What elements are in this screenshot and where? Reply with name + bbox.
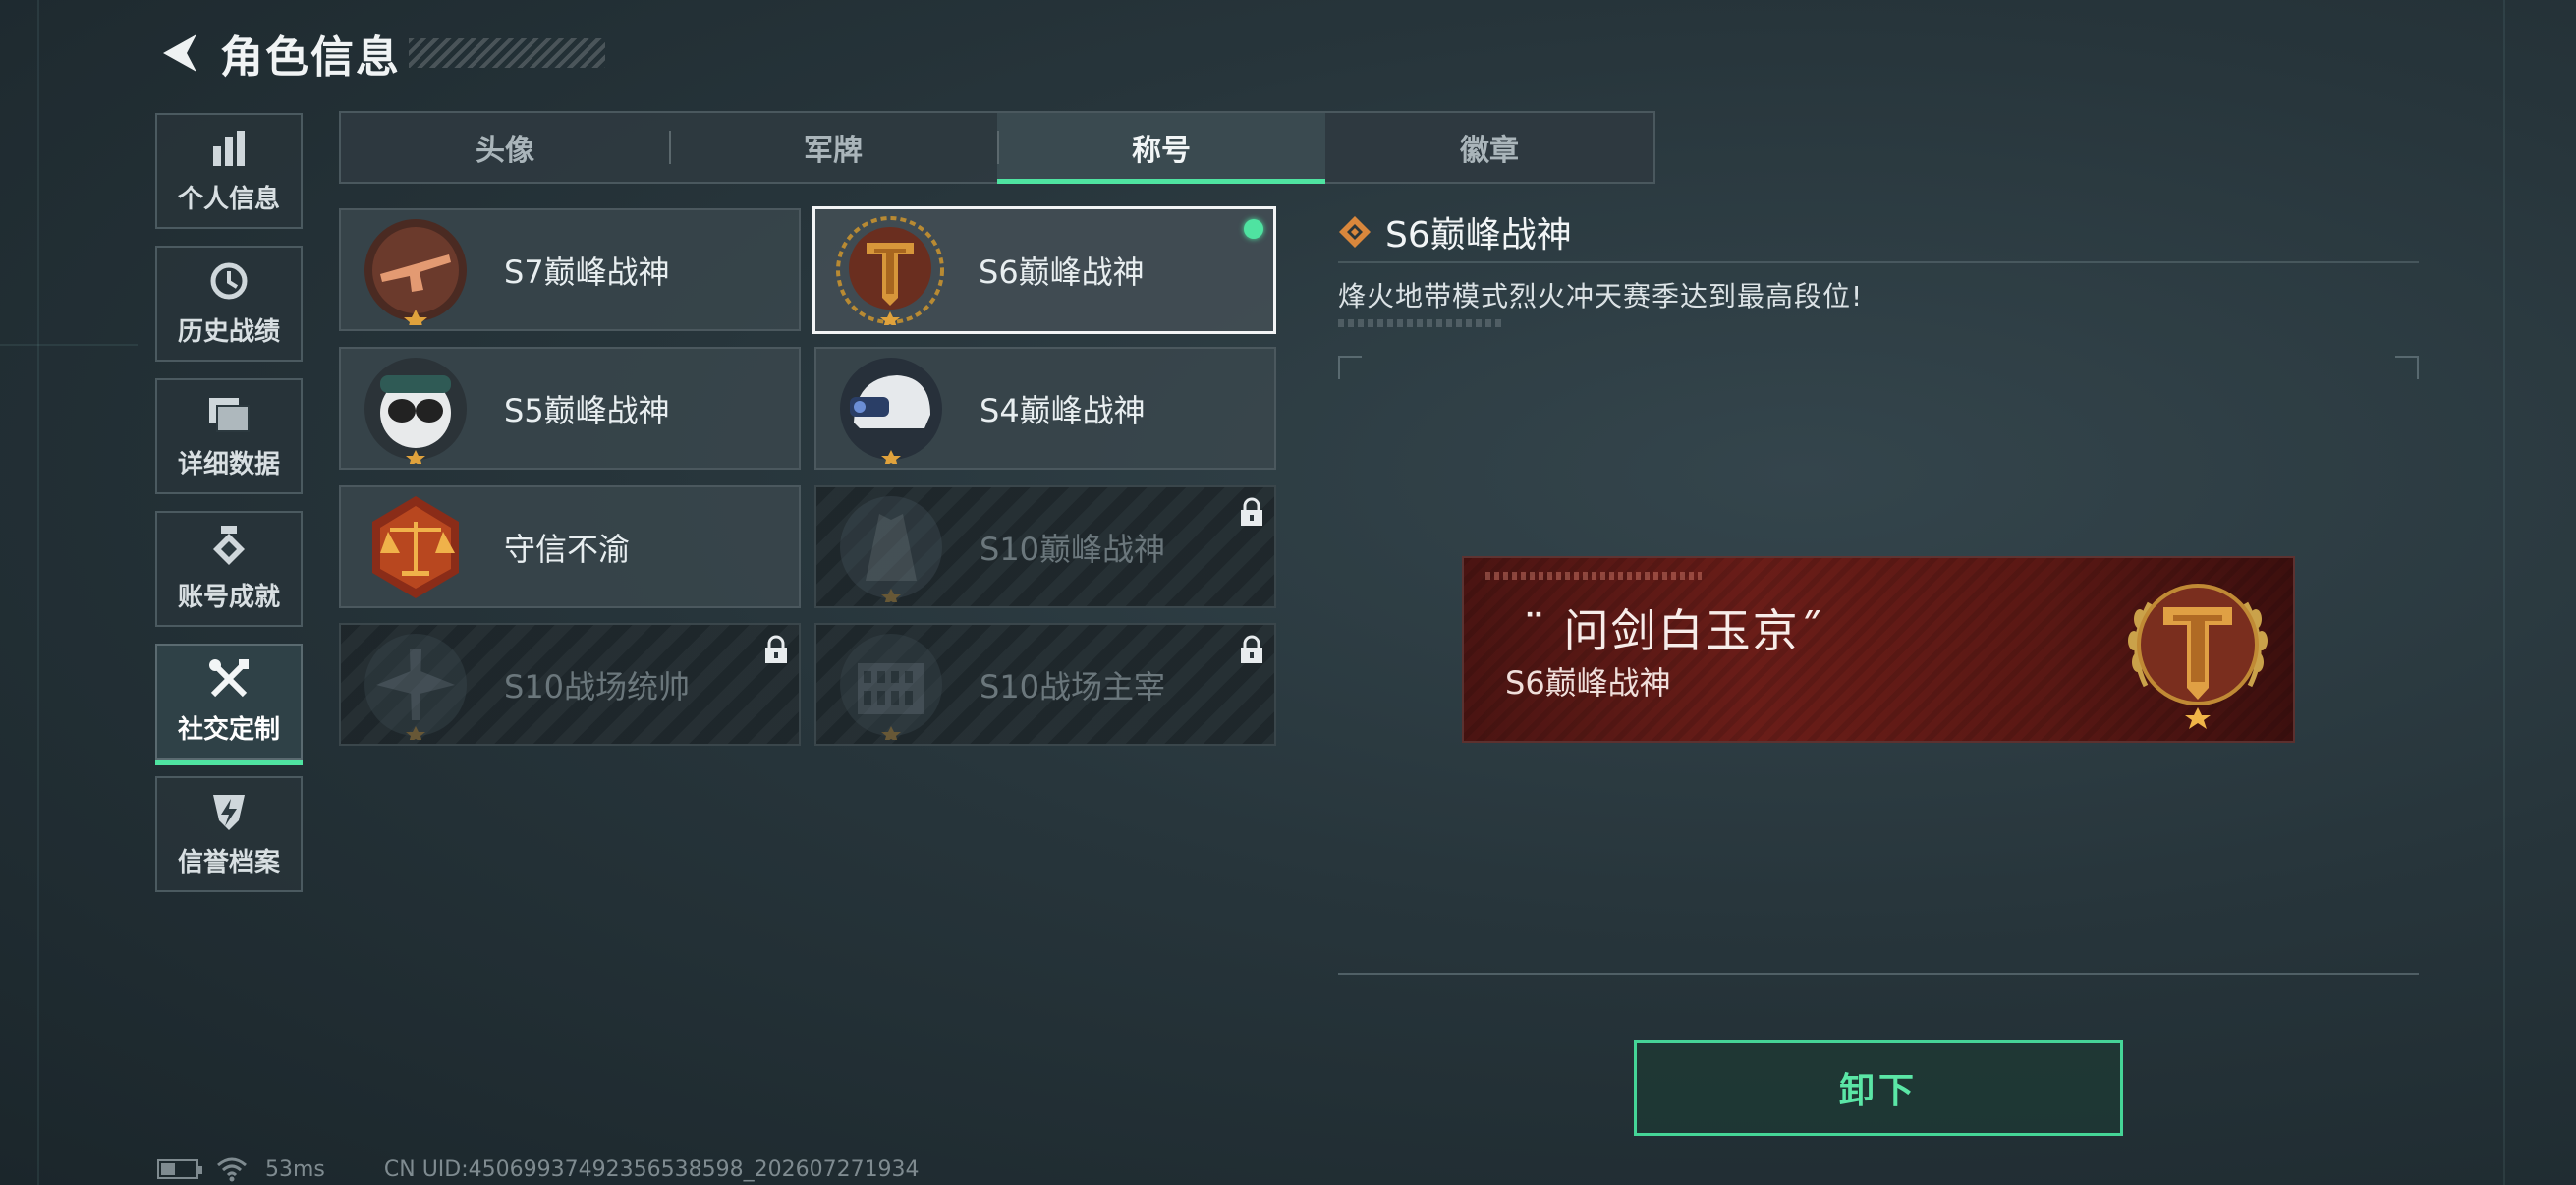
unequip-button[interactable]: 卸下 xyxy=(1634,1040,2123,1136)
status-bar: 53ms CN UID:4506993749235653859​8_202607… xyxy=(157,1156,920,1183)
title-label: S4巅峰战神 xyxy=(980,391,1146,429)
wrench-screwdriver-icon xyxy=(205,658,252,700)
battery-icon xyxy=(157,1159,202,1179)
sidebar-item-label: 信誉档案 xyxy=(177,847,280,877)
t-shield-emblem-icon xyxy=(2116,568,2279,731)
tab-dog-tag[interactable]: 军牌 xyxy=(669,113,997,182)
sidebar-item-label: 详细数据 xyxy=(177,449,280,480)
title-card-s10-peak[interactable]: S10巅峰战神 xyxy=(814,485,1276,608)
sidebar-item-achievements[interactable]: 账号成就 xyxy=(155,511,303,627)
tab-avatar[interactable]: 头像 xyxy=(341,113,669,182)
title-label: S10巅峰战神 xyxy=(980,530,1166,568)
sidebar-item-label: 历史战绩 xyxy=(177,316,280,347)
detail-subtext-decoration xyxy=(1338,319,1505,327)
title-label: S7巅峰战神 xyxy=(504,253,670,291)
detail-description: 烽火地带模式烈火冲天赛季达到最高段位! xyxy=(1338,280,1864,312)
title-card-s7[interactable]: S7巅峰战神 xyxy=(339,208,801,331)
divider xyxy=(1338,261,2419,263)
diamond-icon xyxy=(1339,216,1371,248)
title-label: 守信不渝 xyxy=(504,530,631,568)
title-card-s4[interactable]: S4巅峰战神 xyxy=(814,347,1276,470)
sidebar-item-label: 社交定制 xyxy=(177,714,280,745)
grid-line xyxy=(2503,0,2505,1185)
title-label: S6巅峰战神 xyxy=(979,254,1145,291)
title-banner-preview: ¨ 问剑白玉京˝ S6巅峰战神 xyxy=(1464,558,2293,741)
medal-icon xyxy=(205,525,252,567)
uid-text: CN UID:4506993749235653859​8_20260727193… xyxy=(383,1157,920,1182)
title-card-s10-dominator[interactable]: S10战场主宰 xyxy=(814,623,1276,746)
sidebar-item-social-customization[interactable]: 社交定制 xyxy=(155,644,303,765)
frame-corner xyxy=(1338,356,1362,379)
banner-decoration xyxy=(1485,572,1702,580)
back-arrow-icon[interactable] xyxy=(157,28,202,79)
sidebar-item-reputation[interactable]: 信誉档案 xyxy=(155,776,303,892)
colosseum-emblem-icon xyxy=(836,630,946,743)
lock-icon xyxy=(1241,497,1262,526)
sidebar: 个人信息 历史战绩 详细数据 账号成就 社交定制 信誉档案 xyxy=(155,113,307,909)
ping-value: 53ms xyxy=(265,1157,325,1182)
page-title: 角色信息 xyxy=(220,32,401,83)
title-card-s10-commander[interactable]: S10战场统帅 xyxy=(339,623,801,746)
title-label: S10战场主宰 xyxy=(980,667,1166,705)
tab-title[interactable]: 称号 xyxy=(997,113,1325,184)
banner-quote: ¨ 问剑白玉京˝ xyxy=(1523,604,1824,657)
wifi-icon xyxy=(217,1157,247,1182)
tab-badge[interactable]: 徽章 xyxy=(1325,113,1653,182)
equipped-indicator xyxy=(1244,219,1263,239)
sidebar-item-history[interactable]: 历史战绩 xyxy=(155,246,303,362)
rifle-emblem-icon xyxy=(361,215,471,330)
grid-line xyxy=(0,344,138,346)
skull-goggles-emblem-icon xyxy=(361,354,471,467)
sidebar-item-label: 个人信息 xyxy=(177,184,280,214)
shield-bolt-icon xyxy=(205,791,252,832)
sidebar-item-label: 账号成就 xyxy=(177,582,280,612)
history-clock-icon xyxy=(205,260,252,302)
title-card-s6[interactable]: S6巅峰战神 xyxy=(812,206,1276,334)
detail-title: S6巅峰战神 xyxy=(1385,215,1572,255)
banner-subtitle: S6巅峰战神 xyxy=(1505,664,1671,702)
title-card-s5[interactable]: S5巅峰战神 xyxy=(339,347,801,470)
scales-emblem-icon xyxy=(361,492,471,602)
frame-corner xyxy=(2395,356,2419,379)
tower-emblem-icon xyxy=(836,492,946,605)
bar-chart-icon xyxy=(205,128,252,169)
sidebar-item-personal-info[interactable]: 个人信息 xyxy=(155,113,303,229)
tab-bar: 头像 军牌 称号 徽章 xyxy=(339,111,1655,184)
lock-icon xyxy=(1241,635,1262,663)
t-shield-emblem-icon xyxy=(835,215,945,328)
folder-icon xyxy=(205,393,252,434)
divider xyxy=(1338,973,2419,975)
helmet-emblem-icon xyxy=(836,354,946,467)
sidebar-item-detailed-data[interactable]: 详细数据 xyxy=(155,378,303,494)
title-decoration xyxy=(409,38,605,68)
grid-line xyxy=(37,0,39,1185)
header: 角色信息 xyxy=(157,28,605,83)
title-card-trustworthy[interactable]: 守信不渝 xyxy=(339,485,801,608)
aircraft-emblem-icon xyxy=(361,630,471,743)
title-label: S10战场统帅 xyxy=(504,667,691,705)
detail-header: S6巅峰战神 xyxy=(1338,206,1572,257)
title-label: S5巅峰战神 xyxy=(504,391,670,429)
lock-icon xyxy=(765,635,787,663)
